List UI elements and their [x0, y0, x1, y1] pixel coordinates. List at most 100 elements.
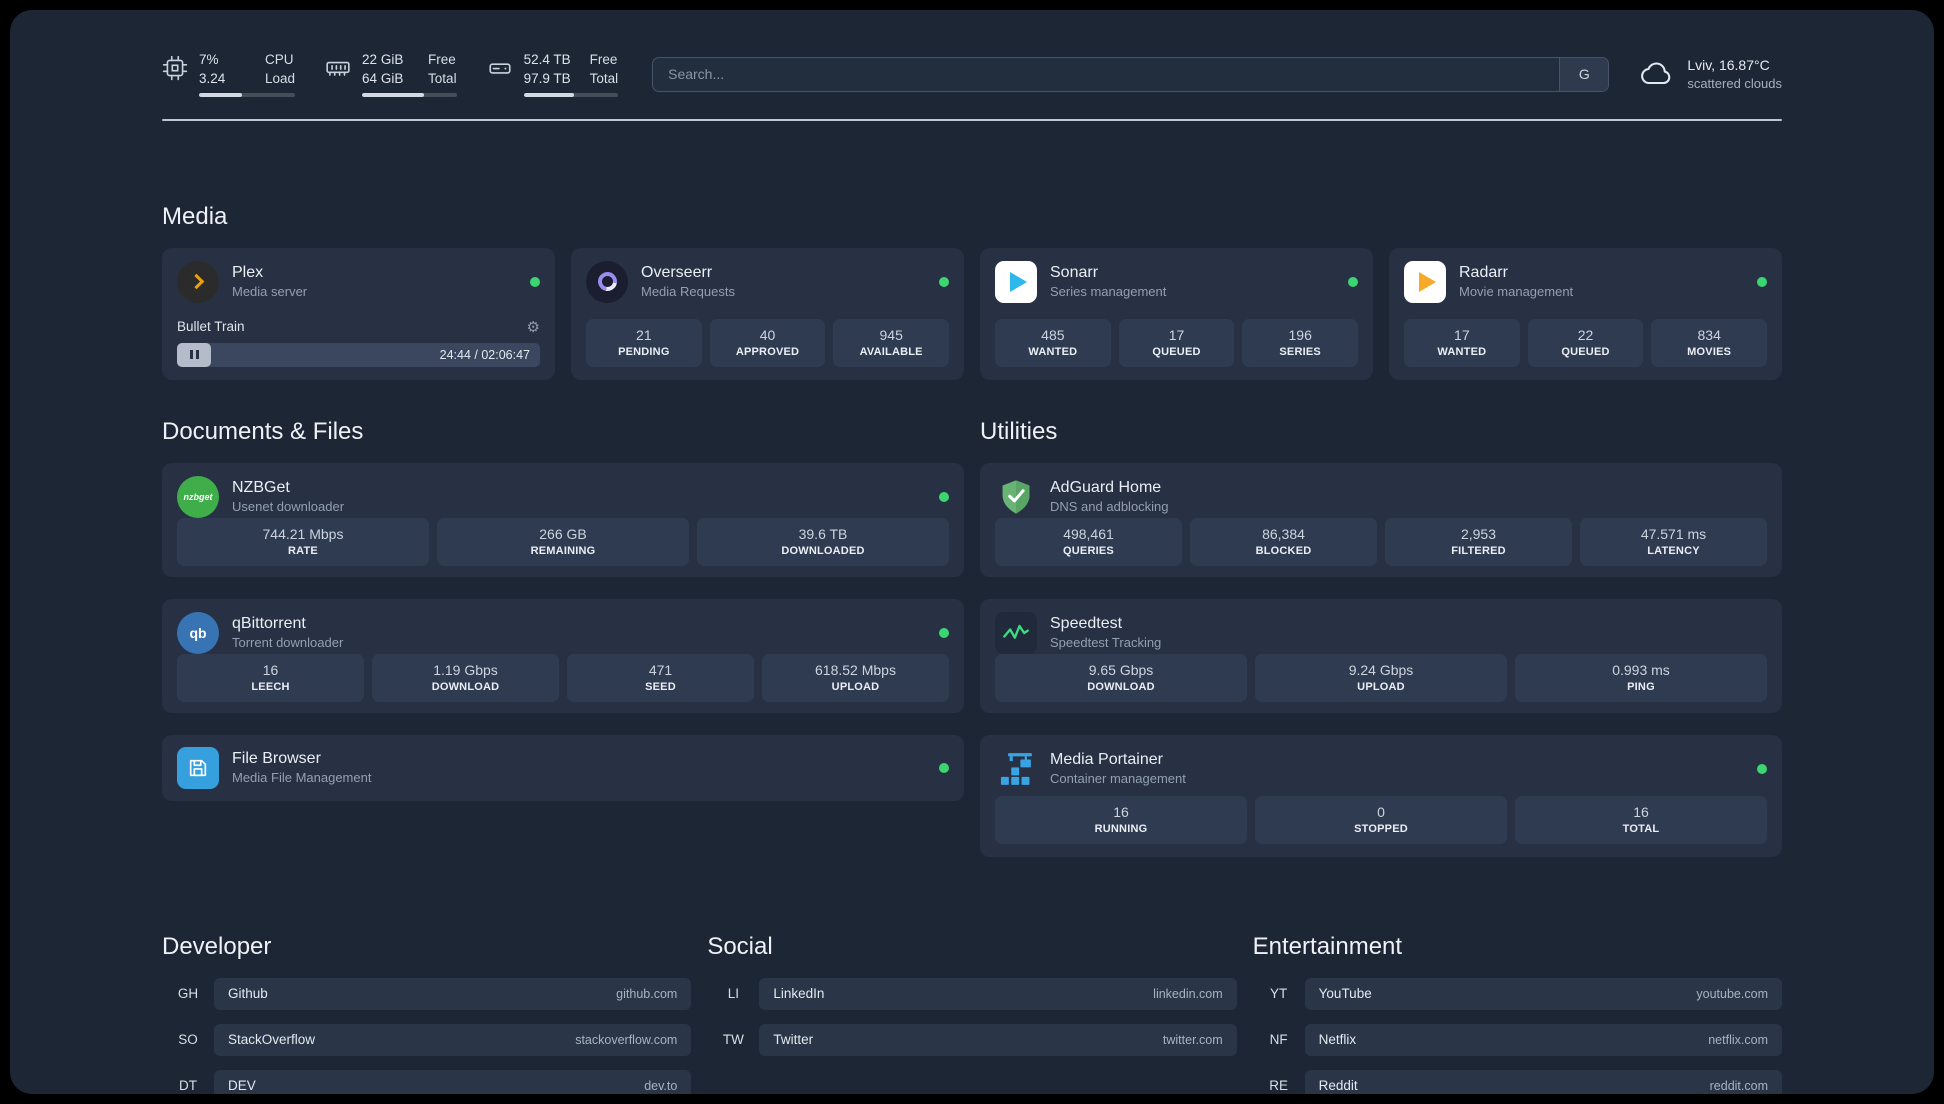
service-description: DNS and adblocking: [1050, 498, 1169, 514]
dashboard-container: 7% CPU 3.24 Load 22 GiB Free 64 GiB Tota…: [162, 10, 1782, 1094]
service-card-speedtest[interactable]: Speedtest Speedtest Tracking 9.65 Gbps D…: [980, 598, 1782, 713]
service-card-plex[interactable]: Plex Media server Bullet Train ⚙ 24:44 /…: [162, 247, 555, 380]
cpu-icon: [162, 55, 188, 81]
portainer-icon: [995, 748, 1037, 790]
stat-label: APPROVED: [735, 346, 800, 359]
stat-tile: 17 QUEUED: [1118, 318, 1235, 367]
status-indicator: [530, 276, 540, 287]
bookmark-stackoverflow[interactable]: SO StackOverflow stackoverflow.com: [162, 1023, 692, 1056]
stat-value: 834: [1697, 327, 1721, 344]
search-area: G: [652, 56, 1610, 92]
service-description: Media File Management: [232, 769, 372, 785]
stat-tile: 39.6 TB DOWNLOADED: [697, 517, 949, 566]
stats-row: 21 PENDING 40 APPROVED 945 AVAILABLE: [586, 318, 950, 367]
disk-progress-fill: [523, 92, 574, 97]
stat-label: FILTERED: [1451, 545, 1506, 558]
dashboard-screen: 7% CPU 3.24 Load 22 GiB Free 64 GiB Tota…: [10, 10, 1934, 1094]
bookmarks-section: Developer GH Github github.com SO StackOv…: [162, 933, 1782, 1094]
service-description: Media Requests: [641, 283, 735, 299]
stat-label: SERIES: [1279, 346, 1321, 359]
stat-tile: 945 AVAILABLE: [833, 318, 950, 367]
stat-value: 471: [648, 662, 673, 679]
now-playing-widget: Bullet Train ⚙ 24:44 / 02:06:47: [177, 318, 540, 367]
stat-value: 17: [1168, 327, 1185, 344]
service-description: Media server: [232, 283, 308, 299]
disk-free-value: 52.4 TB: [523, 52, 571, 67]
stat-tile: 47.571 ms LATENCY: [1580, 517, 1767, 566]
cloud-icon: [1641, 62, 1671, 85]
stat-label: MOVIES: [1687, 346, 1732, 359]
stat-value: 0: [1377, 804, 1385, 821]
stat-value: 618.52 Mbps: [815, 662, 896, 679]
section-title-documents: Documents & Files: [162, 417, 364, 445]
disk-widget: 52.4 TB Free 97.9 TB Total: [487, 52, 619, 97]
service-name: Speedtest: [1050, 614, 1123, 632]
bookmark-abbr: DT: [179, 1078, 197, 1094]
bookmark-linkedin[interactable]: LI LinkedIn linkedin.com: [707, 977, 1237, 1010]
service-name: Sonarr: [1050, 263, 1099, 281]
bookmark-abbr: GH: [177, 986, 199, 1002]
cpu-progress-fill: [199, 92, 243, 97]
pause-button[interactable]: [177, 342, 211, 367]
stat-label: QUEUED: [1561, 346, 1610, 359]
service-card-portainer[interactable]: Media Portainer Container management 16 …: [980, 734, 1782, 857]
stat-value: 16: [1113, 804, 1129, 821]
stat-value: 16: [262, 662, 279, 679]
stat-tile: 618.52 Mbps UPLOAD: [762, 653, 949, 702]
top-bar: 7% CPU 3.24 Load 22 GiB Free 64 GiB Tota…: [162, 52, 1782, 97]
status-indicator: [939, 276, 949, 287]
stat-label: AVAILABLE: [859, 346, 923, 359]
search-provider-button[interactable]: G: [1559, 57, 1609, 91]
stat-value: 86,384: [1262, 526, 1305, 543]
stat-tile: 40 APPROVED: [709, 318, 826, 367]
stat-tile: 22 QUEUED: [1527, 318, 1644, 367]
service-card-sonarr[interactable]: Sonarr Series management 485 WANTED 17 Q…: [980, 247, 1373, 380]
gear-icon[interactable]: ⚙: [527, 318, 540, 336]
stat-value: 266 GB: [539, 526, 587, 543]
status-indicator: [1757, 763, 1767, 774]
bookmark-github[interactable]: GH Github github.com: [162, 977, 692, 1010]
stat-tile: 0.993 ms PING: [1515, 653, 1767, 702]
service-card-qbittorrent[interactable]: qb qBittorrent Torrent downloader 16 LEE…: [162, 598, 964, 713]
service-card-filebrowser[interactable]: File Browser Media File Management: [162, 734, 964, 801]
bookmark-group-developer: Developer GH Github github.com SO StackOv…: [162, 933, 692, 1094]
disk-total-label: Total: [589, 70, 619, 86]
stat-tile: 16 TOTAL: [1515, 795, 1767, 844]
stat-label: WANTED: [1028, 346, 1078, 359]
stat-label: LEECH: [251, 681, 290, 694]
service-card-overseerr[interactable]: Overseerr Media Requests 21 PENDING 40 A…: [571, 247, 964, 380]
service-card-nzbget[interactable]: nzbget NZBGet Usenet downloader 744.21 M…: [162, 462, 964, 577]
bookmark-netflix[interactable]: NF Netflix netflix.com: [1253, 1023, 1782, 1056]
playback-progress-bar[interactable]: 24:44 / 02:06:47: [177, 342, 540, 367]
bookmark-url: dev.to: [644, 1078, 678, 1093]
bookmark-dev[interactable]: DT DEV dev.to: [162, 1069, 692, 1094]
service-name: File Browser: [232, 749, 321, 767]
memory-progress-bar: [362, 92, 457, 97]
stats-row: 498,461 QUERIES 86,384 BLOCKED 2,953 FIL…: [995, 517, 1767, 566]
bookmark-reddit[interactable]: RE Reddit reddit.com: [1253, 1069, 1782, 1094]
service-card-radarr[interactable]: Radarr Movie management 17 WANTED 22 QUE…: [1389, 247, 1782, 380]
weather-location: Lviv, 16.87°C: [1687, 57, 1770, 74]
bookmark-twitter[interactable]: TW Twitter twitter.com: [707, 1023, 1237, 1056]
search-input[interactable]: [653, 57, 1560, 91]
stat-label: TOTAL: [1622, 823, 1660, 836]
service-name: Plex: [232, 263, 264, 281]
service-name: Media Portainer: [1050, 750, 1163, 768]
service-name: Radarr: [1459, 263, 1508, 281]
service-description: Usenet downloader: [232, 498, 345, 514]
plex-icon: [177, 260, 219, 303]
service-card-adguard[interactable]: AdGuard Home DNS and adblocking 498,461 …: [980, 462, 1782, 577]
middle-sections: Documents & Files nzbget NZBGet Usenet d…: [162, 418, 1782, 857]
cpu-progress-bar: [199, 92, 296, 97]
bookmark-url: stackoverflow.com: [575, 1032, 678, 1047]
media-grid: Plex Media server Bullet Train ⚙ 24:44 /…: [162, 247, 1782, 380]
section-title-social: Social: [707, 932, 773, 960]
bookmark-youtube[interactable]: YT YouTube youtube.com: [1253, 977, 1782, 1010]
stats-row: 17 WANTED 22 QUEUED 834 MOVIES: [1404, 318, 1768, 367]
stat-tile: 9.65 Gbps DOWNLOAD: [995, 653, 1247, 702]
memory-free-label: Free: [428, 52, 456, 67]
stat-tile: 196 SERIES: [1242, 318, 1359, 367]
stat-value: 16: [1633, 804, 1649, 821]
stat-tile: 266 GB REMAINING: [437, 517, 689, 566]
stat-label: STOPPED: [1354, 823, 1408, 836]
